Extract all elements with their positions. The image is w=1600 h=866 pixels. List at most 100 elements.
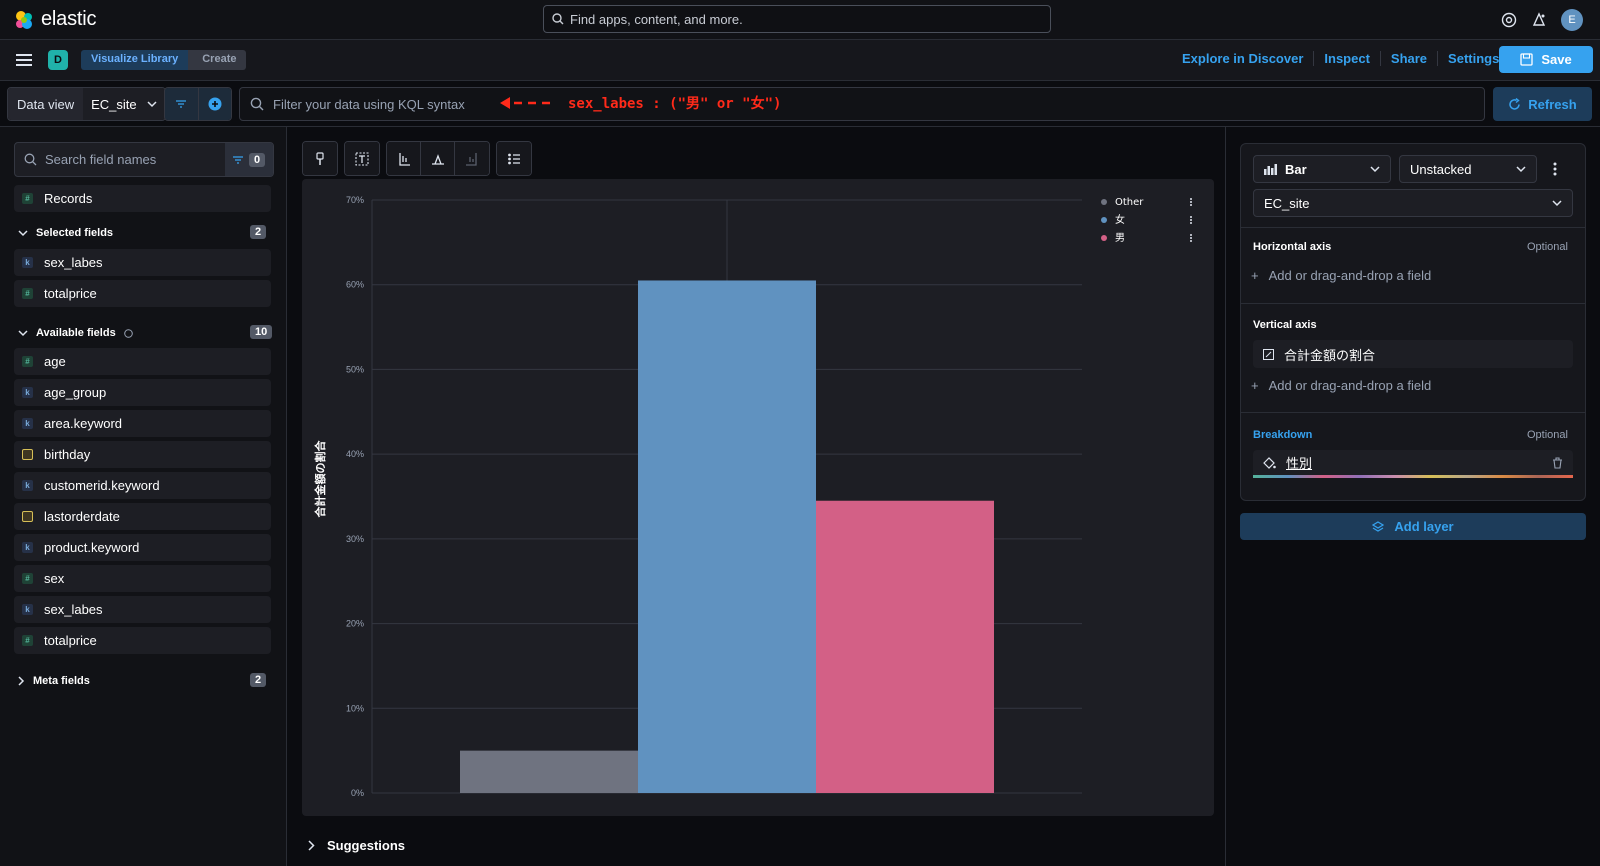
legend-item[interactable]: Other [1115, 197, 1144, 208]
save-button[interactable]: Save [1499, 46, 1593, 73]
divider [1241, 227, 1585, 228]
date-type-icon [22, 449, 33, 460]
keyword-type-icon: k [22, 418, 33, 429]
elastic-logo[interactable]: elastic [13, 8, 96, 31]
number-type-icon: # [22, 356, 33, 367]
explore-in-discover-link[interactable]: Explore in Discover [1172, 51, 1315, 66]
dataview-picker[interactable]: Data view EC_site [7, 87, 166, 121]
vertical-axis-metric[interactable]: 合計金額の割合 [1253, 340, 1573, 368]
breakdown-field[interactable]: 性別 [1253, 450, 1573, 478]
kql-query-input[interactable]: Filter your data using KQL syntax [239, 87, 1485, 121]
legend-actions-icon[interactable] [1190, 219, 1192, 221]
y-tick-label: 30% [346, 534, 364, 544]
plus-circle-icon [208, 97, 222, 111]
menu-icon[interactable] [16, 53, 32, 67]
legend-actions-icon[interactable] [1190, 222, 1192, 224]
legend-actions-icon[interactable] [1190, 204, 1192, 206]
inspect-link[interactable]: Inspect [1314, 51, 1381, 66]
add-filter-button[interactable] [198, 88, 231, 120]
bar[interactable] [460, 750, 638, 793]
stacking-select[interactable]: Unstacked [1399, 155, 1537, 183]
layer-actions-icon[interactable] [1553, 162, 1557, 176]
bar[interactable] [816, 500, 994, 793]
field-item[interactable]: k age_group [14, 379, 271, 406]
field-item[interactable]: # totalprice [14, 280, 271, 307]
field-item[interactable]: birthday [14, 441, 271, 468]
field-name: sex [44, 571, 65, 586]
bottom-axis-button[interactable] [421, 142, 455, 175]
refresh-icon [1509, 97, 1521, 110]
legend-actions-icon[interactable] [1190, 234, 1192, 236]
legend-actions-icon[interactable] [1190, 237, 1192, 239]
field-item[interactable]: # age [14, 348, 271, 375]
legend-actions-icon[interactable] [1190, 240, 1192, 242]
global-search-placeholder: Find apps, content, and more. [570, 11, 743, 27]
dataview-select[interactable]: EC_site [83, 88, 165, 120]
available-fields-header[interactable]: Available fields [18, 327, 133, 339]
vertical-axis-add-field[interactable]: + Add or drag-and-drop a field [1241, 378, 1431, 393]
layer-dataview-select[interactable]: EC_site [1253, 189, 1573, 217]
section-title: Selected fields [36, 227, 114, 239]
bar[interactable] [638, 280, 816, 793]
bar-chart[interactable]: 0% 10% 20% 30% 40% 50% 60% 70% Other 女男 合計金額の割合 [302, 179, 1214, 816]
labels-button[interactable] [345, 142, 379, 175]
add-layer-label: Add layer [1394, 519, 1454, 534]
number-type-icon: # [22, 288, 33, 299]
field-item[interactable]: k customerid.keyword [14, 472, 271, 499]
legend-item[interactable]: 男 [1115, 232, 1125, 244]
add-layer-button[interactable]: Add layer [1240, 513, 1586, 540]
field-records[interactable]: # Records [14, 185, 271, 212]
newsfeed-icon[interactable] [1531, 12, 1547, 28]
chart-type-select[interactable]: Bar [1253, 155, 1391, 183]
suggestions-toggle[interactable]: Suggestions [308, 838, 405, 853]
field-search-input[interactable]: Search field names 0 [14, 142, 274, 177]
legend-actions-icon[interactable] [1190, 201, 1192, 203]
dataview-value: EC_site [91, 96, 137, 112]
chart-panel: 0% 10% 20% 30% 40% 50% 60% 70% Other 女男 合計金額の割合 [302, 179, 1214, 816]
legend-actions-icon[interactable] [1190, 198, 1192, 200]
optional-label: Optional [1527, 429, 1568, 441]
legend-actions-icon[interactable] [1190, 216, 1192, 218]
legend-button[interactable] [497, 142, 531, 175]
refresh-label: Refresh [1528, 96, 1577, 112]
field-name: sex_labes [44, 255, 103, 270]
breadcrumb: Visualize Library Create [81, 50, 247, 70]
bottom-axis-icon [431, 153, 444, 165]
field-item[interactable]: k product.keyword [14, 534, 271, 561]
share-link[interactable]: Share [1381, 51, 1439, 66]
field-item[interactable]: # sex [14, 565, 271, 592]
text-icon [355, 151, 369, 166]
selected-fields-header[interactable]: Selected fields [18, 227, 113, 239]
field-filter-count: 0 [248, 152, 266, 167]
left-axis-button[interactable] [387, 142, 421, 175]
space-avatar[interactable]: D [48, 50, 68, 70]
app-menu-links: Explore in Discover Inspect Share Settin… [1172, 51, 1509, 66]
save-label: Save [1541, 52, 1572, 67]
global-search-input[interactable]: Find apps, content, and more. [543, 5, 1051, 33]
field-item[interactable]: # totalprice [14, 627, 271, 654]
breadcrumb-visualize-library[interactable]: Visualize Library [81, 50, 189, 70]
right-axis-button[interactable] [455, 142, 489, 175]
help-icon[interactable] [1501, 12, 1517, 28]
field-filter-button[interactable]: 0 [225, 143, 273, 176]
filter-menu-button[interactable] [165, 88, 199, 120]
visual-options-button[interactable] [303, 142, 337, 175]
y-tick-label: 10% [346, 703, 364, 713]
filter-icon [232, 155, 243, 164]
legend-item[interactable]: 女 [1115, 213, 1125, 226]
refresh-button[interactable]: Refresh [1493, 87, 1592, 121]
add-field-label: Add or drag-and-drop a field [1268, 378, 1432, 393]
chart-type-value: Bar [1285, 161, 1307, 177]
field-item[interactable]: k sex_labes [14, 249, 271, 276]
user-avatar[interactable]: E [1561, 9, 1583, 31]
info-icon[interactable] [123, 328, 133, 338]
field-item[interactable]: lastorderdate [14, 503, 271, 530]
section-title: Available fields [36, 327, 116, 339]
field-item[interactable]: k area.keyword [14, 410, 271, 437]
optional-label: Optional [1527, 241, 1568, 253]
legend-swatch [1101, 217, 1107, 223]
meta-fields-header[interactable]: Meta fields [18, 675, 90, 687]
horizontal-axis-add-field[interactable]: + Add or drag-and-drop a field [1241, 268, 1431, 283]
field-item[interactable]: k sex_labes [14, 596, 271, 623]
trash-icon[interactable] [1552, 456, 1563, 469]
